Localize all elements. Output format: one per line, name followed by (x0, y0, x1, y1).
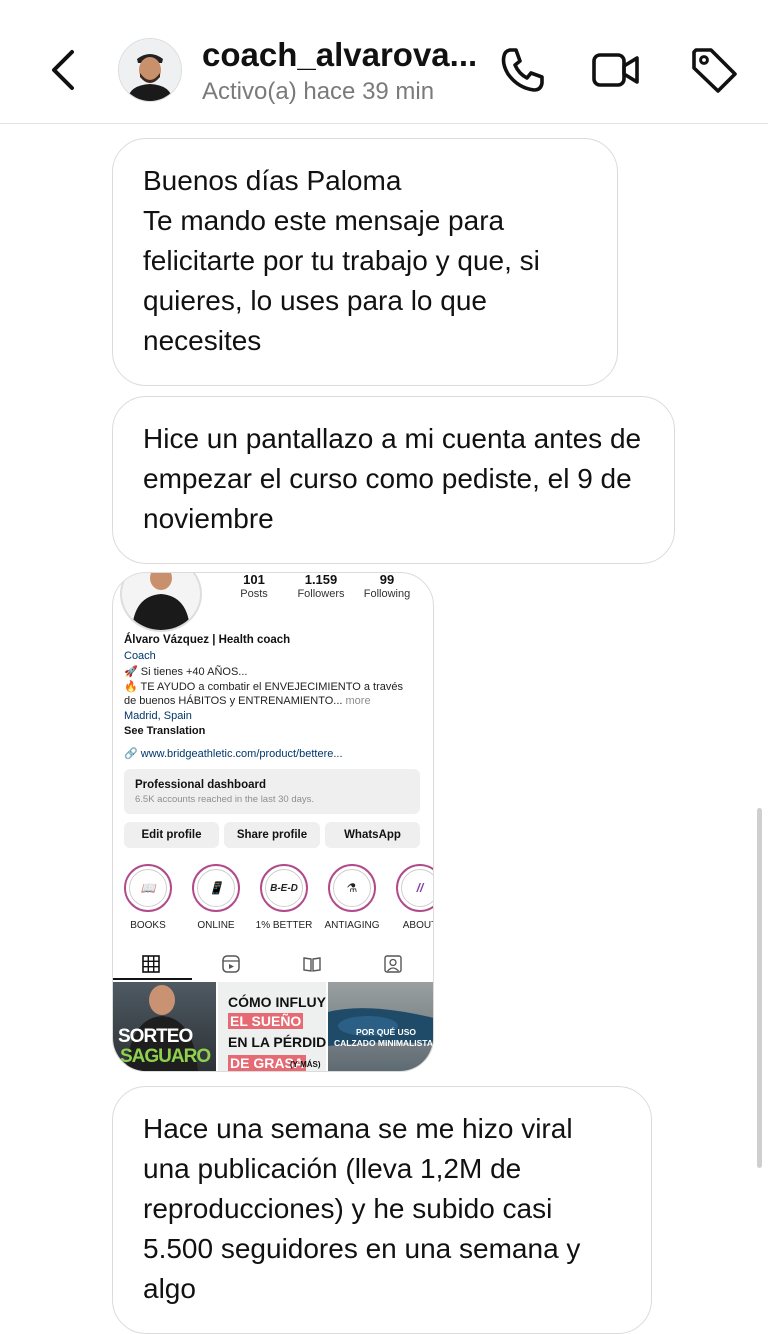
message-bubble[interactable]: Hice un pantallazo a mi cuenta antes de … (112, 396, 675, 564)
phone-icon[interactable] (496, 44, 548, 96)
message-text: Te mando este mensaje para felicitarte p… (143, 205, 540, 356)
message-text: Hice un pantallazo a mi cuenta antes de … (143, 423, 642, 534)
chat-header: coach_alvarova... Activo(a) hace 39 min (0, 0, 768, 124)
shared-screenshot[interactable] (112, 572, 434, 1072)
message-bubble[interactable]: Buenos días Paloma Te mando este mensaje… (112, 138, 618, 386)
contact-username[interactable]: coach_alvarova... (202, 36, 477, 74)
activity-status: Activo(a) hace 39 min (202, 78, 435, 105)
video-camera-icon[interactable] (590, 44, 642, 96)
avatar[interactable] (118, 38, 182, 102)
back-chevron-icon[interactable] (44, 44, 84, 96)
message-bubble[interactable]: Hace una semana se me hizo viral una pub… (112, 1086, 652, 1334)
scrollbar[interactable] (757, 808, 762, 1168)
tag-icon[interactable] (688, 44, 740, 96)
message-text: Hace una semana se me hizo viral una pub… (143, 1113, 581, 1304)
message-text: Buenos días Paloma (143, 165, 402, 196)
